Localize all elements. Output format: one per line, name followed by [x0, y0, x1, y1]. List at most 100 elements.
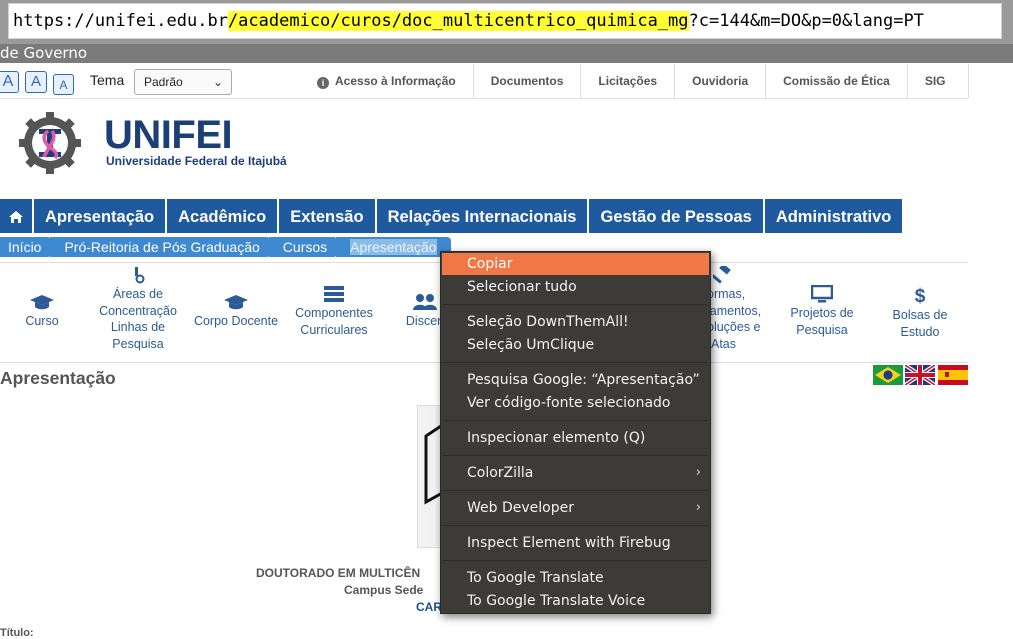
browser-url-bar: https://unifei.edu.br/academico/curos/do…: [0, 0, 1013, 44]
content-link-text[interactable]: CAR: [416, 600, 442, 614]
ctx-select-all[interactable]: Selecionar tudo: [442, 276, 709, 298]
menu-areas[interactable]: Áreas de Concentração Linhas de Pesquisa: [93, 266, 183, 352]
nav-academico[interactable]: Acadêmico: [167, 199, 280, 233]
menu-projetos[interactable]: Projetos de Pesquisa: [782, 285, 862, 338]
home-icon: [9, 211, 23, 223]
dollar-icon: $: [915, 286, 926, 305]
menu-label: Curriculares: [300, 322, 368, 337]
theme-label: Tema: [90, 72, 125, 88]
theme-select-value: Padrão: [144, 75, 183, 89]
topnav-sig[interactable]: SIG: [906, 64, 963, 98]
font-normal-button[interactable]: A: [25, 71, 47, 93]
menu-label: Discen: [405, 314, 445, 328]
ctx-umclique[interactable]: Seleção UmClique: [442, 334, 709, 356]
uk-flag-icon[interactable]: [905, 365, 935, 385]
font-increase-button[interactable]: A: [0, 71, 19, 93]
ctx-web-developer[interactable]: Web Developer ›: [442, 497, 709, 519]
url-input[interactable]: https://unifei.edu.br/academico/curos/do…: [8, 3, 1002, 39]
breadcrumb-apresentacao[interactable]: Apresentação: [336, 237, 451, 257]
ctx-firebug[interactable]: Inspect Element with Firebug: [442, 532, 709, 554]
topnav-bids[interactable]: Licitações: [580, 64, 674, 98]
chevron-right-icon: ›: [695, 465, 701, 480]
menu-label: Projetos de: [790, 306, 854, 320]
ctx-label: Web Developer: [467, 500, 574, 516]
context-menu-separator: [443, 362, 708, 363]
section-title: Apresentação: [0, 368, 116, 388]
site-subtitle: Universidade Federal de Itajubá: [106, 154, 287, 168]
context-menu-separator: [443, 304, 708, 305]
nav-extensao[interactable]: Extensão: [279, 199, 377, 233]
menu-label: Estudo: [900, 324, 940, 339]
menu-label: Áreas de: [112, 287, 164, 301]
menu-bolsas[interactable]: $ Bolsas de Estudo: [885, 285, 955, 340]
gavel-icon: [713, 266, 731, 284]
svg-text:$: $: [915, 286, 926, 305]
ctx-google-search[interactable]: Pesquisa Google: “Apresentação”: [442, 369, 709, 391]
chevron-down-icon: ⌄: [212, 75, 223, 89]
sitemap-icon: [135, 267, 145, 284]
menu-label: Bolsas de: [892, 308, 948, 322]
breadcrumb-pro-reitoria[interactable]: Pró-Reitoria de Pós Graduação: [50, 237, 275, 257]
menu-label: Componentes: [295, 306, 373, 320]
users-icon: [413, 294, 437, 310]
url-path-highlighted: /academico/curos/doc_multicentrico_quimi…: [227, 11, 689, 31]
ctx-view-source[interactable]: Ver código-fonte selecionado: [442, 392, 709, 414]
breadcrumb-label: Pró-Reitoria de Pós Graduação: [64, 239, 260, 255]
context-menu-separator: [443, 490, 708, 491]
menu-corpo-docente[interactable]: Corpo Docente: [188, 293, 284, 330]
breadcrumb-label: Cursos: [282, 239, 328, 255]
main-nav: Apresentação Acadêmico Extensão Relações…: [0, 199, 905, 233]
menu-label: Pesquisa: [112, 336, 164, 351]
topnav-label: Acesso à Informação: [335, 74, 456, 88]
spain-flag-icon[interactable]: [938, 365, 968, 385]
theme-select[interactable]: Padrão ⌄: [134, 69, 232, 95]
government-bar: de Governo: [0, 44, 1013, 63]
ctx-label: ColorZilla: [467, 465, 534, 481]
home-button[interactable]: [0, 199, 34, 233]
monitor-icon: [811, 285, 833, 303]
campus-text: Campus Sede: [344, 583, 424, 597]
list-icon: [324, 286, 344, 302]
topnav-access-info[interactable]: i Acesso à Informação: [300, 64, 473, 98]
divider: [0, 98, 968, 99]
url-base: https://unifei.edu.br: [13, 11, 228, 31]
context-menu-separator: [443, 455, 708, 456]
ctx-colorzilla[interactable]: ColorZilla ›: [442, 462, 709, 484]
breadcrumb-label-selected: Apresentação: [350, 239, 437, 255]
ctx-downthemall[interactable]: Seleção DownThemAll!: [442, 311, 709, 333]
ctx-google-translate[interactable]: To Google Translate: [442, 567, 709, 589]
ctx-copy[interactable]: Copiar: [442, 253, 709, 275]
nav-relacoes-internacionais[interactable]: Relações Internacionais: [376, 199, 590, 233]
url-query: ?c=144&m=DO&p=0&lang=PT: [688, 11, 924, 31]
breadcrumb-inicio[interactable]: Início: [0, 237, 57, 257]
course-title-text: DOUTORADO EM MULTICÊN: [256, 566, 421, 580]
site-title[interactable]: UNIFEI: [104, 113, 233, 157]
menu-label: Concentração: [99, 303, 177, 318]
menu-label: Pesquisa: [796, 322, 848, 337]
chevron-right-icon: ›: [695, 500, 701, 515]
title-label: Título:: [0, 627, 34, 639]
graduation-cap-icon: [224, 295, 248, 310]
breadcrumb-label: Início: [8, 239, 42, 255]
font-decrease-button[interactable]: A: [53, 74, 74, 95]
breadcrumb: Início Pró-Reitoria de Pós Graduação Cur…: [0, 237, 452, 257]
context-menu: Copiar Selecionar tudo Seleção DownThemA…: [440, 251, 711, 614]
graduation-cap-icon: [30, 295, 54, 310]
topnav-ombudsman[interactable]: Ouvidoria: [674, 64, 765, 98]
unifei-logo-icon[interactable]: [18, 111, 82, 175]
nav-gestao-pessoas[interactable]: Gestão de Pessoas: [589, 199, 765, 233]
menu-componentes[interactable]: Componentes Curriculares: [289, 285, 379, 338]
topnav-ethics[interactable]: Comissão de Ética: [765, 64, 907, 98]
government-bar-text: de Governo: [0, 44, 88, 62]
top-utility-nav: i Acesso à Informação Documentos Licitaçõ…: [300, 64, 963, 98]
ctx-google-translate-voice[interactable]: To Google Translate Voice: [442, 590, 709, 612]
menu-label: Corpo Docente: [193, 314, 279, 328]
ctx-inspect-element[interactable]: Inspecionar elemento (Q): [442, 427, 709, 449]
nav-apresentacao[interactable]: Apresentação: [34, 199, 168, 233]
breadcrumb-cursos[interactable]: Cursos: [268, 237, 343, 257]
brazil-flag-icon[interactable]: [873, 365, 903, 385]
nav-administrativo[interactable]: Administrativo: [764, 199, 905, 233]
topnav-documents[interactable]: Documentos: [472, 64, 581, 98]
divider: [968, 64, 969, 98]
menu-curso[interactable]: Curso: [18, 293, 66, 330]
